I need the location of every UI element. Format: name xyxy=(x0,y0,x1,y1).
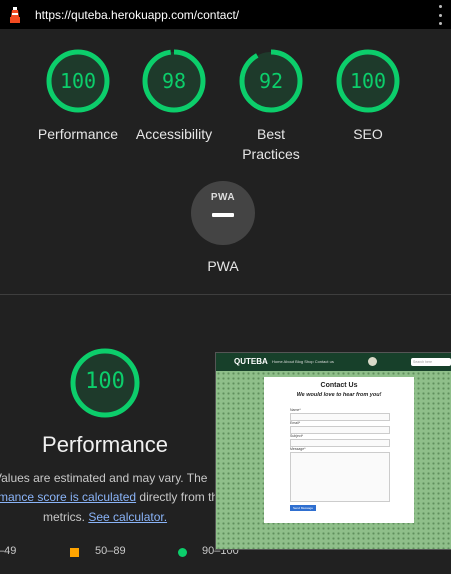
screenshot-field-label: Name* xyxy=(290,408,301,412)
pwa-badge-text: PWA xyxy=(210,192,236,203)
screenshot-avatar-icon xyxy=(368,357,377,366)
screenshot-navbar: QUTEBA Home About Blog Shop Contact us S… xyxy=(216,353,451,371)
gauge-score: 100 xyxy=(349,69,387,93)
screenshot-brand: QUTEBA xyxy=(234,357,268,366)
estimate-note-line3: metrics. See calculator. xyxy=(43,510,168,524)
gauge-performance[interactable]: 100 Performance xyxy=(31,48,125,144)
gauge-label: Performance xyxy=(37,126,119,142)
estimate-note-line2: mance score is calculated directly from … xyxy=(0,490,219,504)
gauge-label-line1: Best xyxy=(256,126,285,142)
top-bar: https://quteba.herokuapp.com/contact/ xyxy=(0,0,451,29)
legend-fail: –49 xyxy=(0,545,17,557)
lighthouse-icon xyxy=(10,7,20,23)
legend-average: 50–89 xyxy=(95,545,126,557)
performance-score: 100 xyxy=(85,369,125,394)
performance-gauge-large: 100 xyxy=(69,347,141,419)
gauge-score: 100 xyxy=(59,69,97,93)
screenshot-field-label: Subject* xyxy=(290,434,304,438)
gauge-pwa[interactable]: PWA PWA xyxy=(176,180,270,276)
screenshot-heading: Contact Us xyxy=(320,382,358,389)
estimate-note-line1: Values are estimated and may vary. The xyxy=(0,471,208,485)
screenshot-subheading: We would love to hear from you! xyxy=(296,392,382,398)
gauge-label: SEO xyxy=(353,126,383,142)
kebab-menu-icon[interactable] xyxy=(436,5,444,25)
screenshot-field-label: Message* xyxy=(290,447,306,451)
score-calculated-link[interactable]: mance score is calculated xyxy=(0,490,136,504)
legend-pass-icon xyxy=(178,548,187,557)
pwa-badge-icon xyxy=(191,181,255,245)
legend-average-icon xyxy=(70,548,79,557)
screenshot-contact-card: Contact Us We would love to hear from yo… xyxy=(264,377,414,523)
screenshot-textarea xyxy=(290,452,390,502)
section-divider xyxy=(0,294,451,295)
performance-title: Performance xyxy=(42,432,168,457)
gauge-score: 98 xyxy=(161,69,187,93)
gauge-label: Accessibility xyxy=(135,126,213,142)
screenshot-search: Search here xyxy=(411,358,451,366)
screenshot-send-button: Send Message xyxy=(290,505,316,511)
screenshot-field xyxy=(290,413,390,421)
screenshot-field xyxy=(290,426,390,434)
page-screenshot-thumbnail[interactable]: QUTEBA Home About Blog Shop Contact us S… xyxy=(215,352,451,550)
screenshot-field-label: Email* xyxy=(290,421,301,425)
screenshot-field xyxy=(290,439,390,447)
gauge-label: PWA xyxy=(207,258,239,274)
page-url[interactable]: https://quteba.herokuapp.com/contact/ xyxy=(35,8,239,22)
gauge-label-line2: Practices xyxy=(242,146,300,162)
see-calculator-link[interactable]: See calculator. xyxy=(88,510,167,524)
gauge-accessibility[interactable]: 98 Accessibility xyxy=(127,48,221,144)
gauge-best-practices[interactable]: 92 Best Practices xyxy=(224,48,318,164)
gauge-seo[interactable]: 100 SEO xyxy=(321,48,415,144)
screenshot-nav-links: Home About Blog Shop Contact us xyxy=(272,359,334,364)
gauge-score: 92 xyxy=(258,69,284,93)
